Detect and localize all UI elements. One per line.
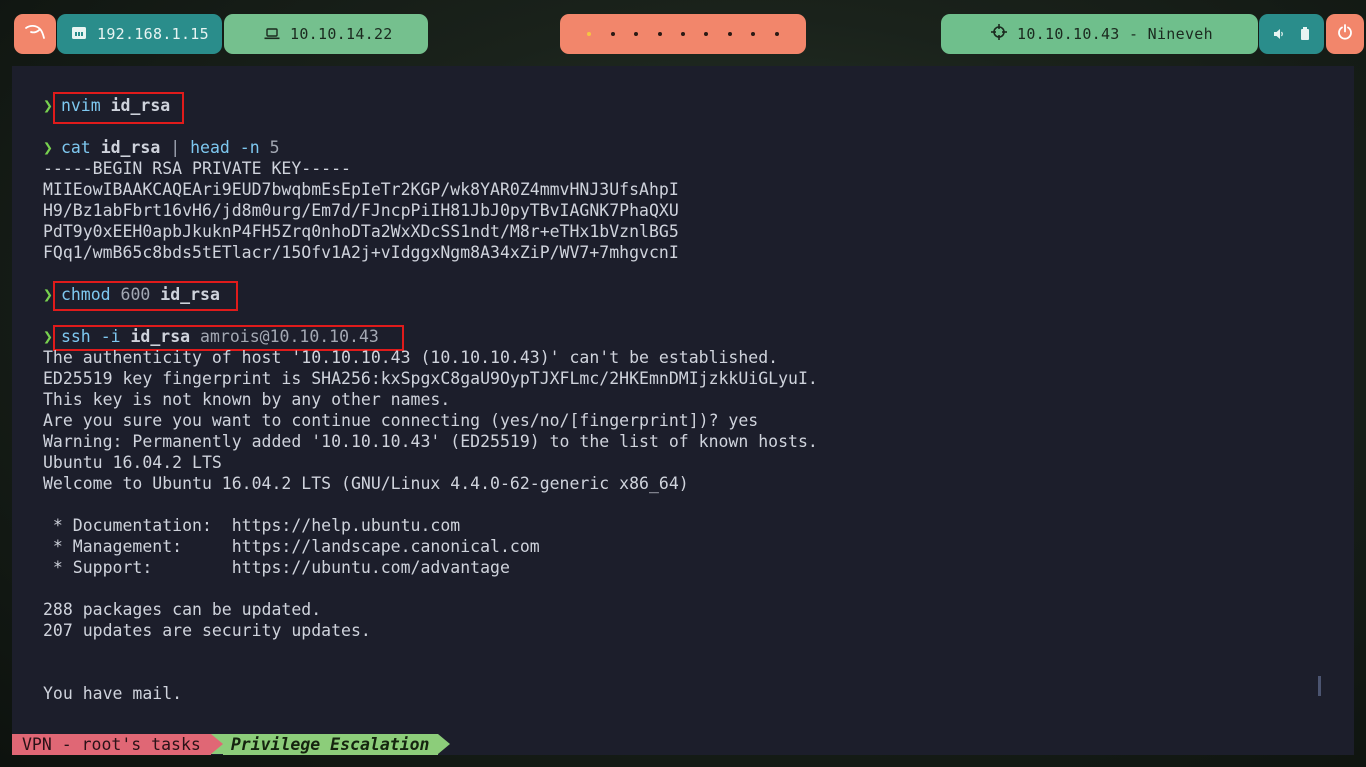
prompt-symbol: ❯ — [43, 138, 53, 157]
laptop-icon — [264, 25, 280, 44]
mail-notice: You have mail. — [43, 684, 183, 703]
local-ip-text: 192.168.1.15 — [97, 25, 209, 43]
window-name[interactable]: Privilege Escalation — [222, 734, 438, 755]
output-line: This key is not known by any other names… — [43, 390, 451, 409]
output-line: -----BEGIN RSA PRIVATE KEY----- — [43, 159, 351, 178]
command-value: 5 — [269, 138, 280, 157]
vpn-ip-text: 10.10.14.22 — [290, 25, 393, 43]
command-line-cat: ❯ cat id_rsa | head -n 5 — [43, 137, 280, 158]
output-line: Welcome to Ubuntu 16.04.2 LTS (GNU/Linux… — [43, 474, 689, 493]
power-icon — [1337, 24, 1353, 44]
command-name-2: head — [190, 138, 230, 157]
output-line: The authenticity of host '10.10.10.43 (1… — [43, 348, 779, 367]
kali-menu-button[interactable] — [14, 14, 56, 54]
tmux-status-line: VPN - root's tasks Privilege Escalation — [12, 734, 450, 755]
terminal-window[interactable]: ❯ nvim id_rsa ❯ cat id_rsa | head -n 5 ---… — [12, 66, 1354, 755]
output-line: Are you sure you want to continue connec… — [43, 411, 759, 430]
command-arg: id_rsa — [100, 138, 161, 157]
workspace-4[interactable] — [657, 32, 662, 36]
command-flag: -n — [239, 138, 260, 157]
workspace-8[interactable] — [751, 32, 756, 36]
motd-line: * Documentation: https://help.ubuntu.com — [43, 516, 461, 535]
highlight-box-chmod — [53, 281, 238, 311]
target-widget: 10.10.10.43 - Nineveh — [941, 14, 1258, 54]
ethernet-icon — [71, 25, 87, 44]
target-text: 10.10.10.43 - Nineveh — [1017, 25, 1213, 43]
output-line: H9/Bz1abFbrt16vH6/jd8m0urg/Em7d/FJncpPiI… — [43, 201, 679, 220]
motd-line: * Support: https://ubuntu.com/advantage — [43, 558, 510, 577]
output-line: Ubuntu 16.04.2 LTS — [43, 453, 222, 472]
power-button[interactable] — [1326, 14, 1364, 54]
motd-line: * Management: https://landscape.canonica… — [43, 537, 540, 556]
workspace-9[interactable] — [774, 32, 779, 36]
session-name[interactable]: VPN - root's tasks — [12, 734, 211, 755]
terminal-scrollbar[interactable] — [1318, 676, 1321, 696]
workspace-1[interactable] — [587, 32, 592, 36]
local-ip-widget: 192.168.1.15 — [57, 14, 222, 54]
output-line: PdT9y0xEEH0apbJkuknP4FH5Zrq0nhoDTa2WxXDc… — [43, 222, 679, 241]
powerline-separator — [437, 734, 450, 754]
output-line: Warning: Permanently added '10.10.10.43'… — [43, 432, 818, 451]
prompt-symbol: ❯ — [43, 285, 53, 304]
workspace-2[interactable] — [610, 32, 615, 36]
output-line: MIIEowIBAAKCAQEAri9EUD7bwqbmEsEpIeTr2KGP… — [43, 180, 679, 199]
highlight-box-nvim — [53, 92, 184, 124]
output-line: 207 updates are security updates. — [43, 621, 371, 640]
workspace-6[interactable] — [704, 32, 709, 36]
system-tray — [1259, 14, 1324, 54]
output-line: 288 packages can be updated. — [43, 600, 322, 619]
pipe-operator: | — [170, 138, 181, 157]
powerline-separator — [210, 734, 223, 754]
kali-dragon-icon — [24, 24, 46, 44]
prompt-symbol: ❯ — [43, 96, 53, 115]
workspace-5[interactable] — [680, 32, 685, 36]
battery-icon[interactable] — [1300, 25, 1310, 44]
prompt-symbol: ❯ — [43, 327, 53, 346]
workspace-3[interactable] — [634, 32, 639, 36]
volume-icon[interactable] — [1273, 25, 1285, 44]
vpn-ip-widget: 10.10.14.22 — [224, 14, 428, 54]
output-line: FQq1/wmB65c8bds5tETlacr/15Ofv1A2j+vIdggx… — [43, 243, 679, 262]
command-name: cat — [60, 138, 91, 157]
output-line: ED25519 key fingerprint is SHA256:kxSpgx… — [43, 369, 818, 388]
crosshair-icon — [991, 24, 1007, 44]
workspace-7[interactable] — [727, 32, 732, 36]
workspace-switcher[interactable] — [560, 14, 806, 54]
